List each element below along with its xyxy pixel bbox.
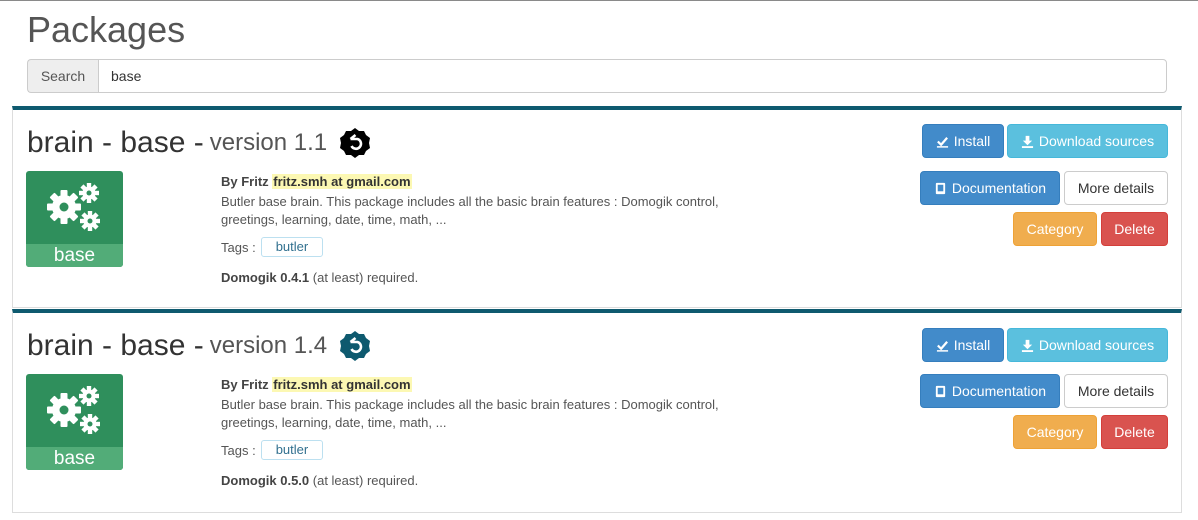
requirement-suffix: (at least) required. <box>312 270 419 285</box>
package-name: brain - base - <box>27 126 204 159</box>
package-title: brain - base - version 1.4 <box>27 329 371 363</box>
package-name: brain - base - <box>27 329 204 362</box>
package-version: version 1.4 <box>209 332 328 359</box>
package-logo: base <box>26 171 123 267</box>
package-version: version 1.1 <box>209 129 328 156</box>
author-email: fritz.smh at gmail.com <box>272 174 412 189</box>
package-info: By Fritz fritz.smh at gmail.com Butler b… <box>221 377 761 488</box>
documentation-button[interactable]: Documentation <box>920 374 1060 408</box>
download-sources-button[interactable]: Download sources <box>1007 328 1168 362</box>
package-info: By Fritz fritz.smh at gmail.com Butler b… <box>221 174 761 285</box>
package-description: Butler base brain. This package includes… <box>221 194 719 227</box>
install-button[interactable]: Install <box>922 124 1004 158</box>
book-icon <box>935 182 946 194</box>
page-title: Packages <box>27 9 186 50</box>
search-label: Search <box>27 59 98 93</box>
documentation-label: Documentation <box>951 180 1047 196</box>
more-details-button[interactable]: More details <box>1064 374 1168 408</box>
package-card: brain - base - version 1.4 base By Fritz… <box>12 309 1182 513</box>
requirement-version: Domogik 0.5.0 <box>221 473 310 488</box>
download-sources-button[interactable]: Download sources <box>1007 124 1168 158</box>
category-button[interactable]: Category <box>1013 212 1097 246</box>
package-tags: Tags : butler <box>221 237 761 257</box>
author-email: fritz.smh at gmail.com <box>272 377 412 392</box>
gears-icon <box>47 386 100 434</box>
tags-label: Tags : <box>221 442 256 458</box>
install-button-label: Install <box>953 133 991 149</box>
download-sources-label: Download sources <box>1038 337 1155 353</box>
check-icon <box>936 136 948 148</box>
search-input[interactable] <box>98 59 1167 93</box>
delete-button[interactable]: Delete <box>1101 415 1168 449</box>
package-description: Butler base brain. This package includes… <box>221 397 719 430</box>
package-author: By Fritz fritz.smh at gmail.com <box>221 174 761 189</box>
delete-button[interactable]: Delete <box>1101 212 1168 246</box>
domogik-logo-icon <box>340 128 371 158</box>
package-requirement: Domogik 0.5.0 (at least) required. <box>221 473 761 488</box>
package-logo: base <box>26 374 123 470</box>
author-name: By Fritz <box>221 377 269 392</box>
tag-badge: butler <box>260 440 324 460</box>
requirement-version: Domogik 0.4.1 <box>221 270 310 285</box>
gears-icon <box>47 183 100 231</box>
package-title: brain - base - version 1.1 <box>27 126 371 160</box>
documentation-button[interactable]: Documentation <box>920 171 1060 205</box>
package-requirement: Domogik 0.4.1 (at least) required. <box>221 270 761 285</box>
download-icon <box>1021 135 1033 148</box>
install-button[interactable]: Install <box>922 328 1004 362</box>
package-author: By Fritz fritz.smh at gmail.com <box>221 377 761 392</box>
documentation-label: Documentation <box>951 383 1047 399</box>
package-logo-label: base <box>26 244 123 267</box>
install-button-label: Install <box>953 337 991 353</box>
more-details-button[interactable]: More details <box>1064 171 1168 205</box>
package-card: brain - base - version 1.1 base By Fritz… <box>12 106 1182 308</box>
package-logo-label: base <box>26 447 123 470</box>
search-bar: Search <box>27 59 1167 93</box>
category-button[interactable]: Category <box>1013 415 1097 449</box>
requirement-suffix: (at least) required. <box>312 473 419 488</box>
book-icon <box>935 385 946 397</box>
download-sources-label: Download sources <box>1038 133 1155 149</box>
tags-label: Tags : <box>221 239 256 255</box>
package-tags: Tags : butler <box>221 440 761 460</box>
author-name: By Fritz <box>221 174 269 189</box>
tag-badge: butler <box>260 237 324 257</box>
domogik-logo-icon <box>340 331 371 361</box>
check-icon <box>936 340 948 352</box>
download-icon <box>1021 339 1033 352</box>
